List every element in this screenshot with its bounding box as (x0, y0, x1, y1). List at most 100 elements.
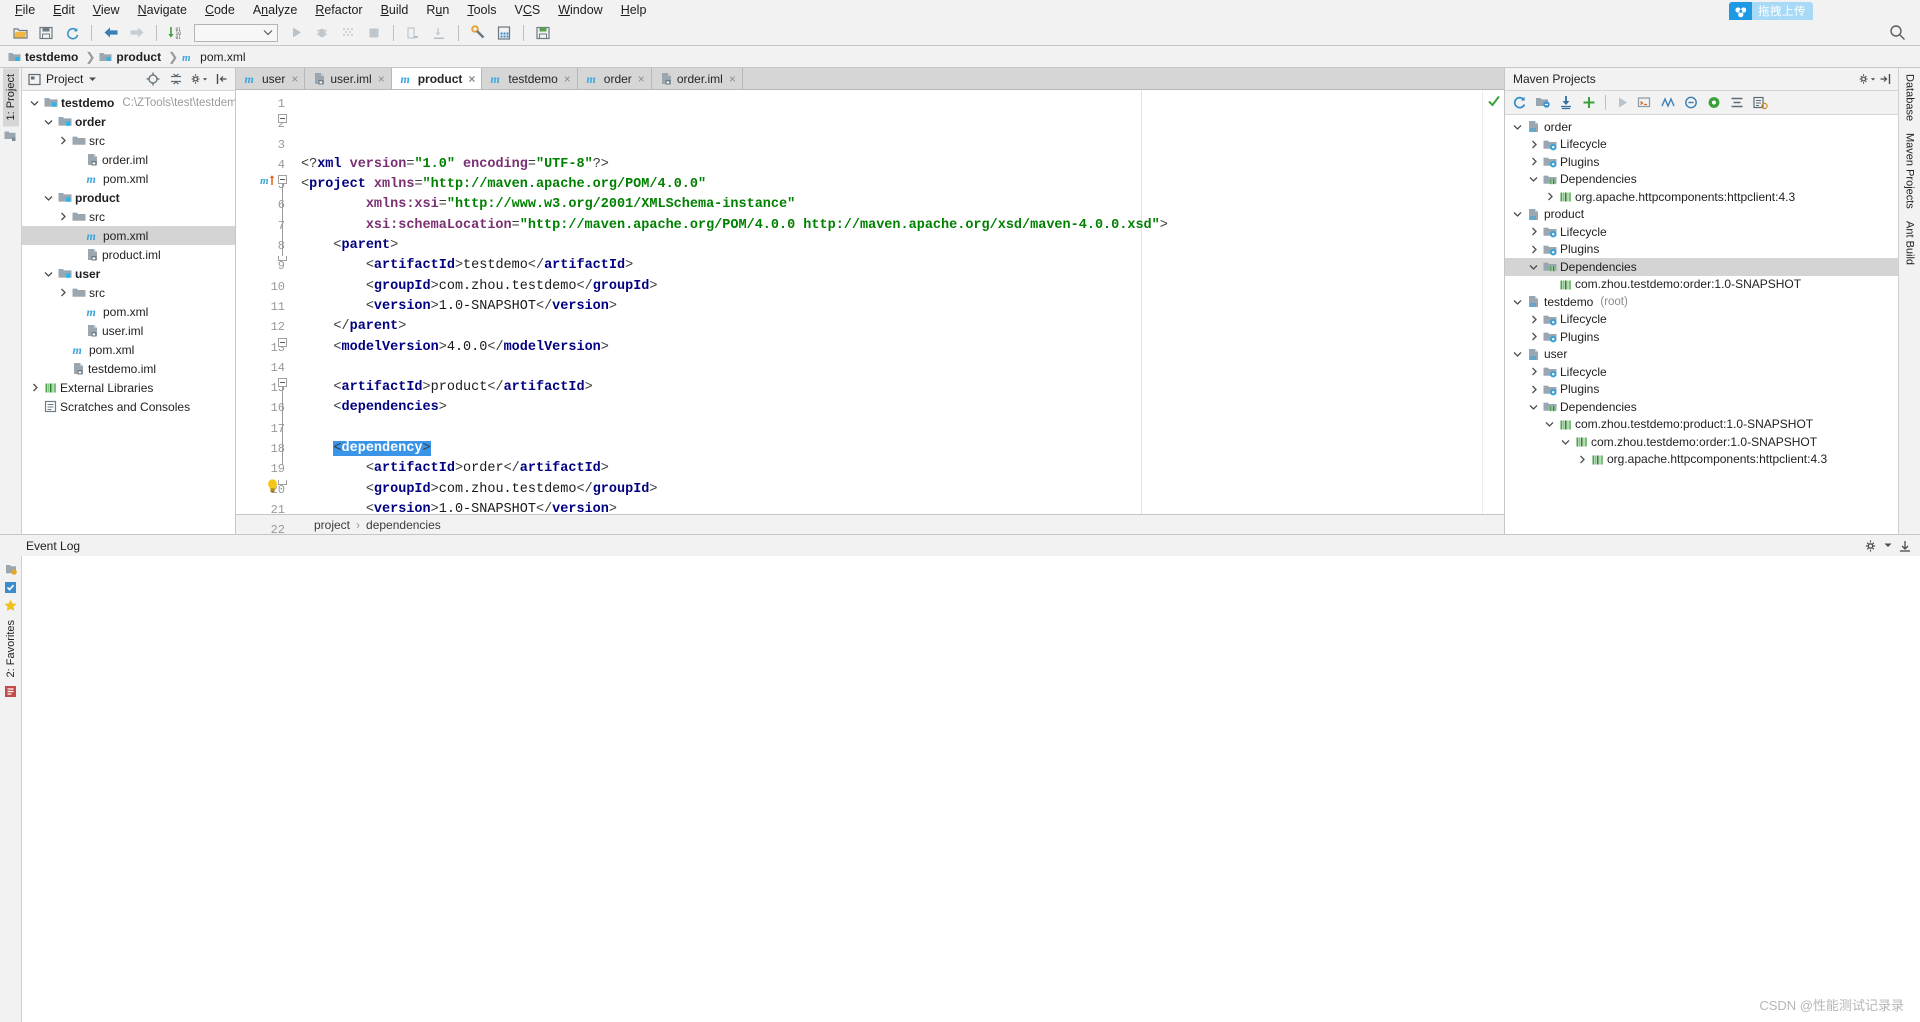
maven-tree-item-lifecycle[interactable]: Lifecycle (1505, 311, 1898, 329)
sidebar-item-favorites[interactable]: 2: Favorites (3, 616, 19, 681)
chevron-down-icon[interactable] (28, 99, 41, 107)
chevron-down-icon[interactable] (42, 270, 55, 278)
menu-view[interactable]: View (84, 1, 129, 20)
code-line-12[interactable]: <artifactId>product</artifactId> (293, 378, 1482, 398)
code-line-5[interactable]: <parent> (293, 236, 1482, 256)
run-maven-build-icon[interactable] (1611, 93, 1633, 113)
coverage-icon[interactable] (336, 22, 360, 44)
chevron-down-icon[interactable] (1527, 263, 1540, 271)
sidebar-item-maven-projects[interactable]: Maven Projects (1902, 127, 1918, 215)
collapse-all-icon[interactable] (167, 70, 185, 88)
project-tree-item-src[interactable]: src (22, 283, 235, 302)
download-sources-icon[interactable] (1555, 93, 1577, 113)
todo-icon[interactable] (3, 580, 18, 595)
open-folder-icon[interactable] (8, 22, 32, 44)
save-green-icon[interactable] (531, 22, 555, 44)
maven-tree-item-plugins[interactable]: Plugins (1505, 328, 1898, 346)
gear-icon[interactable] (1858, 70, 1876, 88)
code-line-15[interactable]: <dependency> (293, 439, 1482, 459)
intention-bulb-icon[interactable] (266, 478, 279, 493)
check-ok-icon[interactable] (1487, 94, 1501, 108)
settings-wrench-icon[interactable] (466, 22, 490, 44)
chevron-right-icon[interactable] (1527, 227, 1540, 236)
toggle-skip-tests-icon[interactable] (1657, 93, 1679, 113)
project-tree-item-order-iml[interactable]: order.iml (22, 150, 235, 169)
maven-tree-item-lifecycle[interactable]: Lifecycle (1505, 363, 1898, 381)
chevron-right-icon[interactable] (56, 136, 69, 145)
project-tree-item-user-iml[interactable]: user.iml (22, 321, 235, 340)
code-line-10[interactable]: <modelVersion>4.0.0</modelVersion> (293, 338, 1482, 358)
project-tree-item-product-iml[interactable]: product.iml (22, 245, 235, 264)
sidebar-item-ant-build[interactable]: Ant Build (1902, 215, 1918, 271)
chevron-down-icon[interactable] (1511, 210, 1524, 218)
close-icon[interactable]: × (468, 72, 475, 86)
reimport-icon[interactable] (1509, 93, 1531, 113)
close-icon[interactable]: × (378, 72, 385, 86)
chevron-right-icon[interactable] (56, 212, 69, 221)
show-dependencies-icon[interactable] (1703, 93, 1725, 113)
editor-tab-user[interactable]: m user × (236, 68, 306, 89)
generate-sources-icon[interactable] (1532, 93, 1554, 113)
code-line-6[interactable]: <artifactId>testdemo</artifactId> (293, 256, 1482, 276)
search-everywhere-icon[interactable] (1889, 24, 1906, 41)
editor-tab-testdemo[interactable]: m testdemo × (482, 68, 578, 89)
menu-help[interactable]: Help (612, 1, 656, 20)
code-line-3[interactable]: xmlns:xsi="http://www.w3.org/2001/XMLSch… (293, 195, 1482, 215)
run-icon[interactable] (284, 22, 308, 44)
project-tree-item-pom-xml[interactable]: m pom.xml (22, 340, 235, 359)
forward-arrow-icon[interactable] (125, 22, 149, 44)
fold-handle-line5[interactable] (278, 175, 287, 185)
attach-debugger-icon[interactable] (427, 22, 451, 44)
menu-tools[interactable]: Tools (458, 1, 505, 20)
chevron-right-icon[interactable] (1527, 245, 1540, 254)
gear-icon[interactable] (1864, 539, 1878, 553)
maven-tree-item-order[interactable]: m order (1505, 118, 1898, 136)
code-line-18[interactable]: <version>1.0-SNAPSHOT</version> (293, 500, 1482, 514)
project-tree-item-pom-xml[interactable]: m pom.xml (22, 302, 235, 321)
upload-badge[interactable]: 拖拽上传 (1729, 2, 1813, 22)
terminal-icon[interactable] (3, 562, 18, 577)
editor-tab-user-iml[interactable]: user.iml × (305, 68, 392, 89)
chevron-right-icon[interactable] (1527, 332, 1540, 341)
chevron-right-icon[interactable] (1527, 157, 1540, 166)
chevron-down-icon[interactable] (1559, 438, 1572, 446)
chevron-right-icon[interactable] (1527, 367, 1540, 376)
project-tree-item-testdemo-iml[interactable]: testdemo.iml (22, 359, 235, 378)
project-tree-item-src[interactable]: src (22, 131, 235, 150)
fold-handle-line13[interactable] (278, 337, 287, 347)
maven-tree-item-product[interactable]: m product (1505, 206, 1898, 224)
chevron-down-icon[interactable] (42, 194, 55, 202)
editor-tab-product[interactable]: m product × (391, 68, 483, 89)
chevron-down-icon[interactable] (1884, 542, 1892, 549)
code-line-14[interactable] (293, 419, 1482, 439)
code-line-7[interactable]: <groupId>com.zhou.testdemo</groupId> (293, 277, 1482, 297)
close-icon[interactable]: × (729, 72, 736, 86)
chevron-down-icon[interactable] (1511, 298, 1524, 306)
editor-tab-order-iml[interactable]: order.iml × (651, 68, 743, 89)
add-icon[interactable] (1578, 93, 1600, 113)
project-structure-icon[interactable] (492, 22, 516, 44)
maven-tree-item-dependencies[interactable]: Dependencies (1505, 258, 1898, 276)
sidebar-item-project[interactable]: 1: Project (2, 68, 19, 127)
maven-tree-item-com-zhou-testdemo-product-1-0-snapshot[interactable]: com.zhou.testdemo:product:1.0-SNAPSHOT (1505, 416, 1898, 434)
stop-icon[interactable] (362, 22, 386, 44)
chevron-down-icon[interactable] (1527, 403, 1540, 411)
menu-file[interactable]: File (6, 1, 44, 20)
status-crumb-dependencies[interactable]: dependencies (366, 518, 441, 532)
run-configurations-combo[interactable] (194, 23, 278, 42)
menu-refactor[interactable]: Refactor (306, 1, 371, 20)
code-line-8[interactable]: <version>1.0-SNAPSHOT</version> (293, 297, 1482, 317)
code-line-4[interactable]: xsi:schemaLocation="http://maven.apache.… (293, 216, 1482, 236)
editor-gutter[interactable]: 1234567891011121314151617181920212223242… (236, 90, 293, 598)
maven-tree-item-lifecycle[interactable]: Lifecycle (1505, 136, 1898, 154)
project-tree-item-product[interactable]: product (22, 188, 235, 207)
code-line-1[interactable]: <?xml version="1.0" encoding="UTF-8"?> (293, 155, 1482, 175)
maven-tree-item-com-zhou-testdemo-order-1-0-snapshot[interactable]: com.zhou.testdemo:order:1.0-SNAPSHOT (1505, 276, 1898, 294)
structure-icon[interactable] (4, 130, 17, 143)
hide-panel-icon[interactable] (1876, 70, 1894, 88)
attach-profiler-icon[interactable] (401, 22, 425, 44)
menu-window[interactable]: Window (549, 1, 611, 20)
chevron-down-icon[interactable] (1527, 175, 1540, 183)
menu-navigate[interactable]: Navigate (129, 1, 196, 20)
chevron-right-icon[interactable] (28, 383, 41, 392)
